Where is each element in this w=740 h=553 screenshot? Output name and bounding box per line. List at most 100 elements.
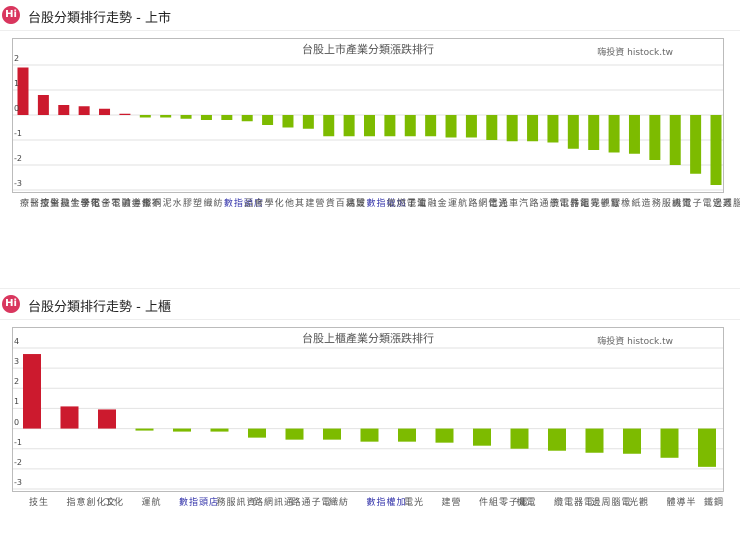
bar[interactable] [660, 428, 679, 458]
bar[interactable] [425, 115, 437, 137]
bar[interactable] [17, 67, 29, 116]
bar[interactable] [323, 115, 335, 137]
bar[interactable] [248, 428, 266, 438]
bar[interactable] [58, 105, 70, 115]
bar[interactable] [78, 106, 90, 115]
x-tick-label: 水泥 [160, 198, 181, 208]
bar[interactable] [628, 115, 640, 154]
bar[interactable] [527, 115, 539, 142]
x-tick-label: 觀光 [627, 497, 647, 507]
otc-chart: 台股上櫃產業分類漲跌排行 嗨投資 histock.tw 4 3 2 1 0 -1 -2 -3 生… [12, 327, 724, 507]
bar[interactable] [404, 115, 416, 137]
x-tick-label: 化工 [102, 497, 122, 507]
bar[interactable] [710, 115, 722, 185]
bar[interactable] [585, 428, 604, 453]
bar[interactable] [262, 115, 274, 125]
bar[interactable] [398, 428, 416, 442]
bar[interactable] [506, 115, 518, 142]
bar[interactable] [384, 115, 396, 137]
bar[interactable] [173, 428, 191, 432]
bar[interactable] [139, 115, 151, 118]
bar[interactable] [221, 115, 233, 120]
x-tick-label: 營建 [439, 497, 460, 507]
bar[interactable] [241, 115, 253, 122]
x-tick-label: 光電 [486, 198, 507, 208]
y-tick-label: -1 [14, 437, 22, 447]
y-tick-label: 0 [14, 104, 20, 113]
x-tick-label: 通訊網路 [252, 497, 292, 507]
bar[interactable] [588, 115, 600, 150]
x-tick-label: 鋼鐵 [702, 497, 722, 507]
x-tick-label: 電機 [670, 198, 691, 208]
bar[interactable] [99, 108, 111, 115]
bar[interactable] [364, 115, 375, 137]
bar[interactable] [473, 428, 491, 446]
y-tick-label: -2 [14, 154, 22, 163]
bar[interactable] [608, 115, 620, 153]
x-tick-label: 店頭指數 [177, 497, 217, 507]
y-tick-label: -2 [14, 457, 22, 467]
bar[interactable] [210, 428, 229, 432]
x-tick-label: 造紙 [629, 198, 650, 208]
x-tick-label: 電機 [514, 497, 535, 507]
bar[interactable] [98, 409, 116, 429]
y-tick-label: 3 [14, 357, 20, 367]
bar[interactable] [690, 115, 702, 174]
section-title: 台股分類排行走勢 - 上市 [28, 11, 171, 26]
x-tick-label: 電器電纜 [552, 497, 592, 507]
x-tick-label: 電腦周邊 [589, 497, 630, 507]
bar[interactable] [282, 115, 294, 128]
bar[interactable] [23, 354, 41, 429]
chart-plot [13, 347, 723, 490]
bar[interactable] [135, 428, 154, 431]
bar[interactable] [547, 115, 559, 143]
x-tick-label: 其他 [282, 198, 303, 208]
y-tick-label: 1 [14, 79, 20, 88]
histock-logo: Hi [2, 295, 20, 313]
bar[interactable] [119, 113, 131, 115]
bar[interactable] [360, 428, 379, 442]
x-tick-label: 半導體 [664, 497, 695, 507]
bar[interactable] [548, 428, 566, 451]
bar[interactable] [445, 115, 457, 138]
y-tick-label: 0 [14, 417, 20, 427]
bar[interactable] [669, 115, 681, 165]
y-tick-label: -1 [14, 129, 22, 138]
y-tick-label: -3 [14, 179, 22, 188]
x-tick-label: 電腦週邊 [711, 198, 740, 208]
bar[interactable] [510, 428, 529, 449]
x-tick-label: 金融 [425, 198, 446, 208]
listed-chart: 台股上市產業分類漲跌排行 嗨投資 histock.tw 2 1 0 -1 -2 -3 生技醫… [12, 38, 740, 208]
x-tick-label: 汽車 [507, 198, 528, 208]
bar[interactable] [302, 115, 314, 129]
x-tick-label: 電子 [405, 198, 426, 208]
bar[interactable] [486, 115, 498, 140]
bar[interactable] [623, 428, 641, 454]
x-tick-label: 光電 [402, 497, 422, 507]
x-tick-label: 化學 [262, 198, 283, 208]
x-tick-label: 紡織 [327, 497, 347, 507]
bar[interactable] [60, 406, 79, 429]
bar[interactable] [465, 115, 477, 138]
bar[interactable] [343, 115, 355, 137]
bar[interactable] [180, 115, 192, 119]
bar[interactable] [435, 428, 454, 443]
bar[interactable] [200, 115, 212, 120]
bar[interactable] [285, 428, 304, 440]
x-tick-label: 加權指數 [364, 497, 405, 507]
section-header-otc: Hi 台股分類排行走勢 - 上櫃 [0, 288, 740, 320]
section-header-listed: Hi 台股分類排行走勢 - 上市 [0, 0, 740, 31]
x-tick-label: 航運 [446, 198, 467, 208]
bar[interactable] [160, 115, 172, 118]
bar[interactable] [323, 428, 341, 440]
bar[interactable] [567, 115, 579, 149]
bar[interactable] [37, 95, 49, 115]
x-tick-label: 食品 [242, 198, 263, 208]
x-tick-label: 生技 [27, 497, 47, 507]
x-tick-label: 電子通路 [289, 497, 330, 507]
bar[interactable] [649, 115, 661, 160]
y-tick-label: 2 [14, 377, 20, 387]
x-tick-label: 觀光 [588, 198, 609, 208]
x-tick-label: 鋼鐵 [140, 198, 161, 208]
bar[interactable] [698, 428, 716, 467]
